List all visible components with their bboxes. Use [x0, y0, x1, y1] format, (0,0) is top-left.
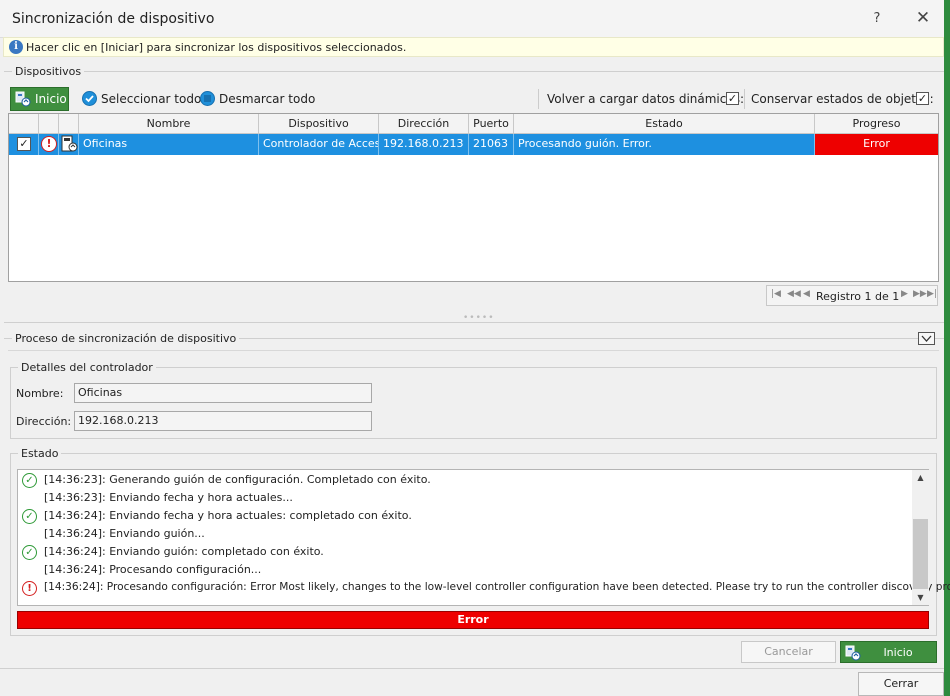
- collapse-button[interactable]: [918, 332, 935, 345]
- success-icon: ✓: [22, 509, 37, 524]
- result-error-bar: Error: [17, 611, 929, 629]
- sync-inner-border: [8, 350, 939, 351]
- sync-device-icon: [15, 91, 31, 107]
- error-icon: !: [22, 581, 37, 596]
- success-icon: ✓: [22, 545, 37, 560]
- address-field-label: Dirección:: [16, 415, 72, 428]
- log-scrollbar[interactable]: ▲ ▼: [912, 470, 929, 605]
- scroll-up-icon[interactable]: ▲: [912, 473, 929, 482]
- sync-group-label: Proceso de sincronización de dispositivo: [12, 332, 240, 345]
- row-type-cell: [59, 134, 79, 155]
- start-button-label: Inicio: [35, 92, 67, 106]
- column-header-port[interactable]: Puerto: [469, 114, 514, 134]
- row-state-cell: !: [39, 134, 59, 155]
- error-icon: !: [41, 136, 57, 152]
- scroll-thumb[interactable]: [913, 519, 928, 589]
- info-message: Hacer clic en [Iniciar] para sincronizar…: [26, 41, 407, 54]
- splitter-handle[interactable]: •••••: [463, 313, 495, 323]
- devices-group-border: [4, 71, 944, 72]
- status-group-label: Estado: [18, 447, 62, 460]
- row-check-cell: ✓: [9, 134, 39, 155]
- name-field[interactable]: Oficinas: [74, 383, 372, 403]
- first-page-icon[interactable]: |◀: [771, 289, 781, 299]
- select-all-button[interactable]: Seleccionar todo: [101, 92, 201, 106]
- previous-block-icon[interactable]: ◀◀: [787, 289, 801, 299]
- next-block-icon[interactable]: ▶▶: [913, 289, 927, 299]
- devices-group-label: Dispositivos: [12, 65, 85, 78]
- column-header-progress[interactable]: Progreso: [815, 114, 938, 134]
- row-status: Procesando guión. Error.: [514, 134, 815, 155]
- column-header-device[interactable]: Dispositivo: [259, 114, 379, 134]
- start-button-footer-label: Inicio: [883, 646, 913, 659]
- start-button[interactable]: Inicio: [10, 87, 69, 111]
- devices-grid: Nombre Dispositivo Dirección Puerto Esta…: [8, 113, 939, 282]
- log-line: [14:36:24]: Enviando fecha y hora actual…: [44, 509, 412, 522]
- help-button[interactable]: ?: [870, 11, 884, 26]
- row-name: Oficinas: [79, 134, 259, 155]
- row-port: 21063: [469, 134, 514, 155]
- row-device: Controlador de Acceso: [259, 134, 379, 155]
- column-header-check[interactable]: [9, 114, 39, 134]
- toolbar-separator: [744, 89, 745, 109]
- grid-pager: |◀ ◀◀ ◀ Registro 1 de 1 ▶ ▶▶ ▶|: [766, 285, 938, 306]
- reload-dynamic-data-checkbox[interactable]: ✓: [726, 92, 739, 105]
- deselect-all-icon[interactable]: [200, 91, 215, 106]
- row-address: 192.168.0.213: [379, 134, 469, 155]
- start-button-footer[interactable]: Inicio: [840, 641, 937, 663]
- close-window-button[interactable]: ✕: [914, 8, 932, 28]
- log-line: [14:36:24]: Procesando configuración: Er…: [44, 581, 950, 593]
- log-line: [14:36:23]: Enviando fecha y hora actual…: [44, 491, 293, 504]
- window-title: Sincronización de dispositivo: [12, 11, 215, 27]
- column-header-type-icon[interactable]: [59, 114, 79, 134]
- name-field-label: Nombre:: [16, 387, 64, 400]
- column-header-state-icon[interactable]: [39, 114, 59, 134]
- column-header-name[interactable]: Nombre: [79, 114, 259, 134]
- last-page-icon[interactable]: ▶|: [927, 289, 937, 299]
- status-log[interactable]: ✓ [14:36:23]: Generando guión de configu…: [17, 469, 950, 606]
- row-checkbox[interactable]: ✓: [17, 137, 31, 151]
- preserve-object-states-label: Conservar estados de objetos:: [751, 92, 934, 106]
- check-icon: [85, 95, 94, 103]
- info-bar: i Hacer clic en [Iniciar] para sincroniz…: [3, 37, 944, 57]
- row-progress: Error: [815, 134, 938, 155]
- access-controller-icon: [61, 135, 78, 152]
- log-line: [14:36:24]: Enviando guión...: [44, 527, 205, 540]
- info-icon: i: [9, 40, 23, 54]
- success-icon: ✓: [22, 473, 37, 488]
- log-line: [14:36:23]: Generando guión de configura…: [44, 473, 431, 486]
- cancel-button[interactable]: Cancelar: [741, 641, 836, 663]
- log-line: [14:36:24]: Enviando guión: completado c…: [44, 545, 324, 558]
- pager-text: Registro 1 de 1: [816, 290, 900, 303]
- toolbar-separator: [538, 89, 539, 109]
- previous-page-icon[interactable]: ◀: [803, 289, 810, 299]
- column-header-status[interactable]: Estado: [514, 114, 815, 134]
- footer-divider: [0, 668, 944, 669]
- table-row[interactable]: ✓ ! Oficinas Controlador de Acceso 192.1…: [9, 134, 938, 155]
- title-bar: Sincronización de dispositivo ? ✕: [0, 0, 950, 38]
- preserve-object-states-checkbox[interactable]: ✓: [916, 92, 929, 105]
- chevron-down-icon: [921, 335, 932, 342]
- reload-dynamic-data-label: Volver a cargar datos dinámicos:: [547, 92, 744, 106]
- next-page-icon[interactable]: ▶: [901, 289, 908, 299]
- close-button[interactable]: Cerrar: [858, 672, 944, 696]
- scroll-down-icon[interactable]: ▼: [912, 593, 929, 602]
- deselect-all-button[interactable]: Desmarcar todo: [219, 92, 315, 106]
- address-field[interactable]: 192.168.0.213: [74, 411, 372, 431]
- square-icon: [204, 95, 211, 102]
- column-header-address[interactable]: Dirección: [379, 114, 469, 134]
- controller-details-label: Detalles del controlador: [18, 361, 156, 374]
- log-line: [14:36:24]: Procesando configuración...: [44, 563, 262, 576]
- select-all-icon[interactable]: [82, 91, 97, 106]
